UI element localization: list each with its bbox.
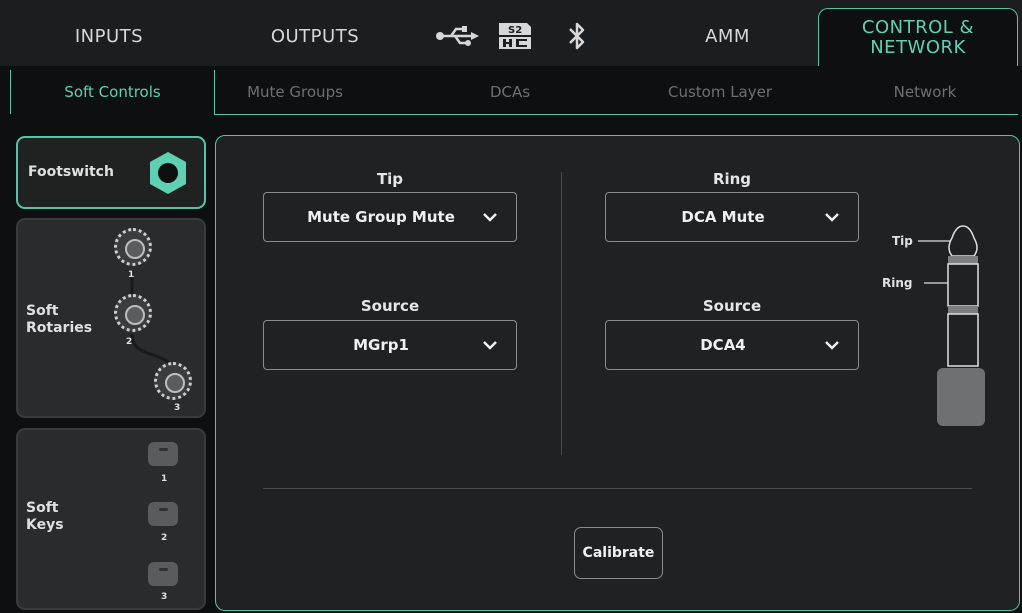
footswitch-label: Footswitch bbox=[28, 164, 114, 180]
ring-source-value: DCA4 bbox=[700, 336, 746, 354]
footswitch-card[interactable]: Footswitch bbox=[16, 136, 206, 209]
sd-card-icon[interactable]: S2 bbox=[495, 18, 535, 54]
ring-function-dropdown[interactable]: DCA Mute bbox=[605, 192, 859, 242]
subtab-network[interactable]: Network bbox=[840, 70, 1010, 114]
soft-keys-label-line2: Keys bbox=[26, 517, 64, 533]
tip-source-dropdown[interactable]: MGrp1 bbox=[263, 320, 517, 370]
soft-key-icon bbox=[148, 502, 178, 526]
rotary-number: 2 bbox=[126, 337, 133, 347]
tip-function-dropdown[interactable]: Mute Group Mute bbox=[263, 192, 517, 242]
calibrate-button[interactable]: Calibrate bbox=[574, 527, 663, 579]
tab-control-network-label-1: CONTROL & bbox=[861, 16, 975, 38]
ring-source-heading: Source bbox=[702, 297, 762, 315]
trs-jack-icon bbox=[918, 225, 985, 426]
soft-key-icon bbox=[148, 442, 178, 466]
rotary-number: 1 bbox=[128, 270, 135, 280]
subtab-custom-layer[interactable]: Custom Layer bbox=[620, 70, 820, 114]
soft-keys-label: Soft Keys bbox=[26, 500, 64, 534]
rotary-knob-icon bbox=[114, 294, 152, 332]
tab-outputs[interactable]: OUTPUTS bbox=[215, 6, 415, 66]
chevron-down-icon bbox=[483, 341, 497, 350]
tab-inputs[interactable]: INPUTS bbox=[6, 6, 212, 66]
tab-control-network[interactable]: CONTROL & NETWORK bbox=[818, 8, 1018, 66]
soft-keys-label-line1: Soft bbox=[26, 500, 59, 516]
soft-key-number: 1 bbox=[161, 474, 168, 484]
section-divider bbox=[263, 488, 972, 489]
tip-function-value: Mute Group Mute bbox=[307, 208, 455, 226]
rotary-knob-icon bbox=[114, 228, 152, 266]
ring-heading: Ring bbox=[712, 170, 752, 188]
tip-source-heading: Source bbox=[360, 297, 420, 315]
rotary-knob-icon bbox=[154, 362, 192, 400]
subtab-mute-groups[interactable]: Mute Groups bbox=[215, 70, 375, 114]
tip-source-value: MGrp1 bbox=[353, 336, 409, 354]
rotary-number: 3 bbox=[174, 403, 181, 413]
subtab-dcas[interactable]: DCAs bbox=[430, 70, 590, 114]
bluetooth-icon[interactable] bbox=[562, 18, 592, 54]
column-divider bbox=[561, 172, 562, 455]
tab-amm[interactable]: AMM bbox=[640, 6, 815, 66]
soft-key-number: 3 bbox=[161, 592, 168, 602]
tab-control-network-label-2: NETWORK bbox=[870, 36, 966, 58]
usb-icon[interactable] bbox=[432, 18, 482, 54]
jack-ring-label: Ring bbox=[882, 276, 913, 290]
chevron-down-icon bbox=[825, 341, 839, 350]
footswitch-jack-icon bbox=[146, 151, 190, 199]
ring-source-dropdown[interactable]: DCA4 bbox=[605, 320, 859, 370]
soft-key-number: 2 bbox=[161, 533, 168, 543]
soft-rotaries-card[interactable]: Soft Rotaries 1 2 3 bbox=[16, 218, 206, 418]
svg-text:S2: S2 bbox=[508, 25, 522, 36]
chevron-down-icon bbox=[825, 213, 839, 222]
sub-tab-underline bbox=[214, 114, 1018, 115]
subtab-soft-controls[interactable]: Soft Controls bbox=[10, 70, 215, 114]
tip-heading: Tip bbox=[376, 170, 404, 188]
ring-function-value: DCA Mute bbox=[681, 208, 765, 226]
jack-tip-label: Tip bbox=[892, 234, 913, 248]
chevron-down-icon bbox=[483, 213, 497, 222]
soft-keys-card[interactable]: Soft Keys 1 2 3 bbox=[16, 428, 206, 610]
soft-key-icon bbox=[148, 562, 178, 586]
